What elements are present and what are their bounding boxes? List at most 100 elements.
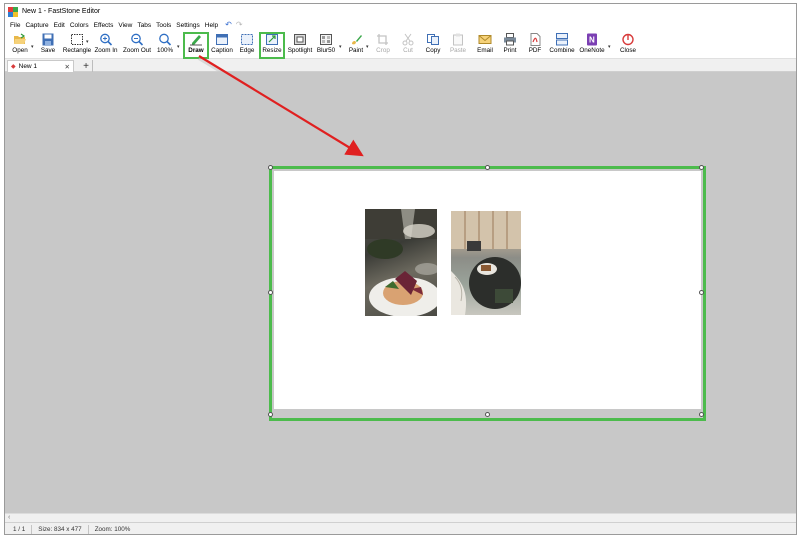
title-bar: New 1 - FastStone Editor: [5, 4, 796, 19]
horizontal-scrollbar[interactable]: ‹: [5, 513, 796, 522]
onenote-icon: N: [585, 33, 599, 46]
rectangle-dropdown-icon[interactable]: ▾: [86, 39, 89, 45]
editor-workspace[interactable]: [5, 72, 796, 513]
paint-label: Paint: [348, 47, 364, 54]
spotlight-label: Spotlight: [287, 47, 313, 54]
resize-highlight-box: [259, 32, 285, 59]
new-tab-button[interactable]: +: [80, 60, 93, 72]
resize-handle-left[interactable]: [268, 290, 273, 295]
menu-file[interactable]: File: [10, 22, 20, 29]
open-button[interactable]: Open: [9, 32, 31, 58]
zoom-out-label: Zoom Out: [123, 47, 151, 54]
canvas-highlight-frame: [268, 165, 706, 421]
close-button[interactable]: Close: [619, 32, 637, 58]
resize-handle-bottom-right[interactable]: [699, 412, 704, 417]
edge-button[interactable]: Edge: [237, 32, 257, 58]
menu-bar: File Capture Edit Colors Effects View Ta…: [5, 19, 796, 31]
pdf-icon: [528, 33, 542, 46]
zoom-level-button[interactable]: 100%: [155, 32, 175, 58]
menu-tools[interactable]: Tools: [156, 22, 171, 29]
paint-button[interactable]: Paint: [346, 32, 366, 58]
menu-view[interactable]: View: [118, 22, 132, 29]
cut-button: Cut: [401, 32, 415, 58]
zoom-out-icon: [130, 33, 144, 46]
blur-dropdown-icon[interactable]: ▾: [339, 44, 342, 50]
onenote-button[interactable]: N OneNote: [578, 32, 606, 58]
open-dropdown-icon[interactable]: ▾: [31, 44, 34, 50]
save-label: Save: [40, 47, 56, 54]
menu-colors[interactable]: Colors: [70, 22, 89, 29]
pdf-button[interactable]: PDF: [527, 32, 543, 58]
faststone-app-icon: [8, 6, 18, 17]
close-tab-icon[interactable]: ✕: [65, 63, 70, 71]
menu-effects[interactable]: Effects: [94, 22, 114, 29]
redo-icon: ↷: [235, 20, 243, 29]
blur-label: Blur50: [316, 47, 336, 54]
caption-button[interactable]: Caption: [210, 32, 234, 58]
floppy-disk-icon: [41, 33, 55, 46]
zoom-level-dropdown-icon[interactable]: ▾: [177, 44, 180, 50]
crop-label: Crop: [376, 47, 390, 54]
folder-open-icon: [13, 33, 27, 46]
status-divider: [87, 525, 89, 534]
copy-button[interactable]: Copy: [424, 32, 442, 58]
pdf-label: PDF: [528, 47, 542, 54]
menu-edit[interactable]: Edit: [54, 22, 65, 29]
save-button[interactable]: Save: [39, 32, 57, 58]
rectangle-button[interactable]: Rectangle: [62, 32, 92, 58]
zoom-out-button[interactable]: Zoom Out: [121, 32, 153, 58]
edge-label: Edge: [239, 47, 255, 54]
print-button[interactable]: Print: [502, 32, 518, 58]
combine-icon: [555, 33, 569, 46]
food-photo-right: [451, 211, 521, 315]
onenote-dropdown-icon[interactable]: ▾: [608, 44, 611, 50]
document-tab[interactable]: ◆ New 1 ✕: [7, 60, 74, 72]
power-icon: [621, 33, 635, 46]
edge-icon: [240, 33, 254, 46]
spotlight-button[interactable]: Spotlight: [287, 32, 313, 58]
menu-capture[interactable]: Capture: [25, 22, 48, 29]
resize-handle-right[interactable]: [699, 290, 704, 295]
resize-handle-top-right[interactable]: [699, 165, 704, 170]
zoom-in-label: Zoom In: [94, 47, 118, 54]
caption-icon: [215, 33, 229, 46]
resize-handle-top[interactable]: [485, 165, 490, 170]
zoom-level-label: 100%: [156, 47, 174, 54]
status-zoom: Zoom: 100%: [94, 526, 131, 533]
open-label: Open: [12, 47, 28, 54]
scissors-icon: [401, 33, 415, 46]
resize-handle-bottom[interactable]: [485, 412, 490, 417]
status-divider: [31, 525, 33, 534]
undo-icon[interactable]: ↶: [225, 21, 232, 29]
blur-button[interactable]: Blur50: [315, 32, 337, 58]
rectangle-label: Rectangle: [62, 47, 92, 54]
blur-icon: [319, 33, 333, 46]
resize-handle-bottom-left[interactable]: [268, 412, 273, 417]
zoom-in-button[interactable]: Zoom In: [94, 32, 118, 58]
rectangle-select-icon: [70, 33, 84, 46]
copy-label: Copy: [425, 47, 441, 54]
status-bar: 1 / 1 Size: 834 x 477 Zoom: 100%: [5, 522, 796, 534]
crop-button: Crop: [375, 32, 391, 58]
document-tab-strip: ◆ New 1 ✕ +: [5, 59, 796, 72]
combine-button[interactable]: Combine: [549, 32, 575, 58]
status-size: Size: 834 x 477: [38, 526, 82, 533]
menu-help[interactable]: Help: [205, 22, 218, 29]
cut-label: Cut: [403, 47, 413, 54]
resize-handle-top-left[interactable]: [268, 165, 273, 170]
app-window: New 1 - FastStone Editor File Capture Ed…: [4, 3, 797, 535]
paint-dropdown-icon[interactable]: ▾: [366, 44, 369, 50]
menu-tabs[interactable]: Tabs: [137, 22, 151, 29]
svg-text:N: N: [589, 36, 595, 45]
status-page: 1 / 1: [13, 526, 26, 533]
image-canvas[interactable]: [274, 171, 701, 416]
combine-label: Combine: [549, 47, 575, 54]
print-label: Print: [503, 47, 517, 54]
toolbar: Open ▾ Save Rectangle ▾ Zoom In Zoom Out…: [5, 31, 796, 59]
email-button[interactable]: Email: [476, 32, 494, 58]
scroll-left-icon[interactable]: ‹: [8, 514, 10, 521]
clipboard-icon: [451, 33, 465, 46]
printer-icon: [503, 33, 517, 46]
menu-settings[interactable]: Settings: [176, 22, 200, 29]
food-photo-left: [365, 209, 437, 316]
